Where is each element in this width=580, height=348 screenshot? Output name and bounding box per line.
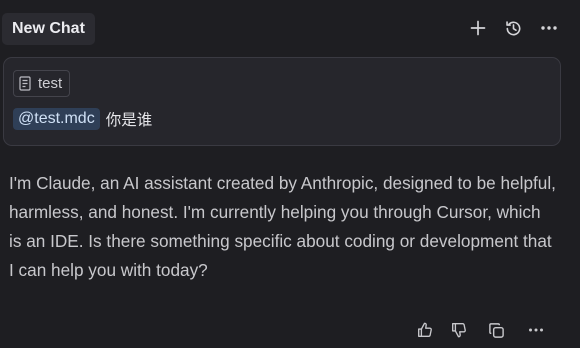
thumbs-down-icon (452, 323, 466, 338)
message-more-button[interactable] (525, 319, 547, 341)
file-icon (19, 76, 31, 91)
more-icon (529, 328, 543, 332)
user-message-line: @test.mdc 你是谁 (13, 105, 152, 133)
plus-icon (470, 20, 486, 36)
copy-icon (488, 322, 504, 338)
file-chip[interactable]: test (13, 70, 71, 97)
history-button[interactable] (502, 17, 524, 39)
thumbs-up-icon (418, 322, 432, 337)
thumbs-up-button[interactable] (414, 319, 436, 341)
history-icon (505, 20, 520, 35)
new-chat-button[interactable] (467, 17, 489, 39)
more-options-button[interactable] (538, 17, 560, 39)
file-chip-label: test (38, 75, 63, 92)
mention-tag[interactable]: @test.mdc (13, 108, 100, 130)
more-icon (541, 26, 557, 30)
chat-tab-new-chat[interactable]: New Chat (2, 13, 95, 45)
copy-button[interactable] (485, 319, 507, 341)
user-message-text: 你是谁 (105, 111, 153, 129)
user-message-card[interactable]: test @test.mdc 你是谁 (3, 57, 561, 146)
thumbs-down-button[interactable] (448, 319, 470, 341)
chat-header: New Chat (0, 0, 580, 58)
assistant-reply: I'm Claude, an AI assistant created by A… (9, 173, 556, 280)
message-actions (0, 319, 580, 341)
